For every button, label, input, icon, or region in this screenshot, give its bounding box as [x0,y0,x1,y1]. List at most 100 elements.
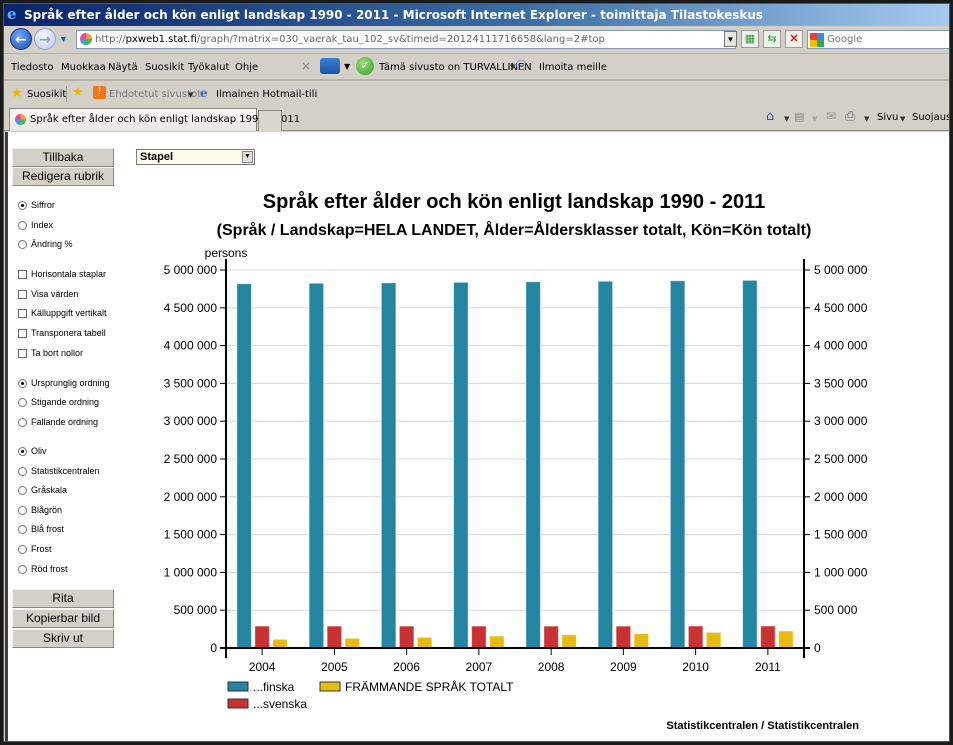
address-bar[interactable]: http://pxweb1.stat.fi/graph/?matrix=030_… [76,30,736,49]
bar-svenska-2005 [326,625,343,649]
title-bar: e Språk efter ålder och kön enligt lands… [4,4,949,26]
legend-swatch [227,681,249,692]
menu-suosikit[interactable]: Suosikit [145,62,184,73]
url-path: /graph/?matrix=030_vaerak_tau_102_sv&tim… [196,34,605,45]
bar-fr-mmande-spr-k-totalt-2005 [344,637,361,649]
bar-finska-2009 [597,280,614,649]
bar-finska-2010 [669,280,686,649]
menu-tiedosto[interactable]: Tiedosto [11,62,53,73]
favorites-star-icon[interactable]: ★ [11,86,23,101]
favorites-bar: ★ Suosikit ★ ! Ehdotetut sivustot ▼ e Il… [4,82,949,106]
close-toolbar-icon[interactable]: × [301,59,311,73]
y-tick-label-right: 3 000 000 [814,414,868,428]
new-tab-button[interactable] [258,110,282,131]
x-tick-label: 2009 [610,660,637,674]
y-tick-label-left: 4 500 000 [164,301,218,315]
ie-page-icon: e [200,86,208,100]
bar-fr-mmande-spr-k-totalt-2010 [705,631,722,649]
bar-fr-mmande-spr-k-totalt-2008 [561,634,577,649]
page-menu[interactable]: Sivu [877,112,898,123]
add-favorite-icon[interactable]: ★ [72,85,84,100]
forward-button[interactable]: → [34,28,56,50]
bar-finska-2004 [236,283,252,649]
y-tick-label-right: 3 500 000 [814,376,868,390]
suggested-sites-icon: ! [93,86,106,99]
legend-swatch [319,681,341,692]
legend-label: ...finska [253,680,295,694]
bar-svenska-2006 [398,625,415,649]
tab-favicon-icon [15,114,26,125]
home-icon[interactable]: ⌂ [766,109,774,124]
y-tick-label-left: 2 500 000 [164,452,218,466]
y-tick-label-right: 2 500 000 [814,452,868,466]
menu-nayta[interactable]: Näytä [108,62,138,73]
x-tick-label: 2010 [682,660,709,674]
search-input[interactable]: Google [807,30,949,49]
refresh-icon[interactable]: ⇆ [763,30,781,48]
mail-icon[interactable]: ✉ [826,109,836,123]
menu-bar: Tiedosto Muokkaa Näytä Suosikit Työkalut… [4,54,949,81]
y-tick-label-right: 1 000 000 [814,565,868,579]
recent-pages-dropdown-icon[interactable]: ▼ [59,34,68,44]
print-icon[interactable]: ⎙ [845,109,855,124]
tab-active[interactable]: Språk efter ålder och kön enligt landska… [9,108,300,131]
y-tick-label-right: 2 000 000 [814,490,868,504]
bar-fr-mmande-spr-k-totalt-2009 [633,633,650,649]
home-dropdown-icon[interactable]: ▼ [784,115,789,123]
chart: Språk efter ålder och kön enligt landska… [164,190,868,732]
menu-muokkaa[interactable]: Muokkaa [61,62,106,73]
bar-finska-2008 [525,281,541,649]
favorites-button[interactable]: Suosikit [27,89,66,100]
report-link[interactable]: Ilmoita meille [539,62,607,73]
safety-menu[interactable]: Suojaus [912,112,949,123]
fsecure-shield-icon[interactable] [320,58,340,74]
separator [66,86,67,102]
fsecure-dropdown-icon[interactable]: ▼ [344,62,350,71]
ie-logo-icon: e [7,5,17,23]
bars [236,279,794,649]
y-tick-label-left: 500 000 [174,603,218,617]
y-tick-label-left: 5 000 000 [164,263,218,277]
bar-svenska-2011 [760,625,776,649]
bar-svenska-2004 [254,625,270,649]
bar-finska-2007 [453,281,469,649]
legend-swatch [227,698,249,709]
url-host: pxweb1.stat.fi [125,34,197,45]
y-tick-label-left: 3 000 000 [164,414,218,428]
bar-fr-mmande-spr-k-totalt-2006 [416,636,433,649]
y-tick-label-left: 3 500 000 [164,376,218,390]
suggested-dropdown-icon[interactable]: ▼ [188,91,193,99]
x-tick-label: 2007 [466,660,493,674]
search-placeholder: Google [827,34,863,45]
y-tick-label-left: 1 000 000 [164,565,218,579]
stop-icon[interactable]: ✕ [785,30,803,48]
page-content: Tillbaka Redigera rubrik Siffror Index Ä… [5,132,949,741]
feeds-icon[interactable]: ▤ [794,110,804,123]
safety-status[interactable]: Tämä sivusto on TURVALLINEN [379,62,532,73]
x-tick-label: 2005 [321,660,348,674]
menu-tyokalut[interactable]: Työkalut [188,62,229,73]
bar-svenska-2009 [615,625,632,649]
chart-subtitle: (Språk / Landskap=HELA LANDET, Ålder=Åld… [217,220,812,239]
back-button[interactable]: ← [10,28,32,50]
tab-bar: Språk efter ålder och kön enligt landska… [4,106,949,131]
y-tick-label-right: 5 000 000 [814,263,868,277]
bar-fr-mmande-spr-k-totalt-2011 [778,630,794,649]
address-dropdown-icon[interactable]: ▼ [724,31,737,47]
hotmail-link[interactable]: Ilmainen Hotmail-tili [216,89,317,100]
report-users-icon[interactable]: ⚇ [515,57,535,75]
y-tick-label-right: 0 [814,641,821,655]
page-dropdown-icon[interactable]: ▼ [900,115,905,123]
y-tick-label-right: 4 500 000 [814,301,868,315]
safe-checkmark-icon: ✓ [356,57,374,75]
y-tick-label-right: 4 000 000 [814,339,868,353]
bar-finska-2011 [742,279,758,649]
x-tick-label: 2006 [393,660,420,674]
y-tick-label-left: 1 500 000 [164,528,218,542]
menu-ohje[interactable]: Ohje [235,62,258,73]
compatibility-view-icon[interactable]: ▦ [741,30,759,48]
feeds-dropdown-icon[interactable]: ▼ [812,115,817,123]
bar-svenska-2008 [543,625,559,649]
print-dropdown-icon[interactable]: ▼ [864,115,869,123]
x-tick-label: 2004 [249,660,276,674]
